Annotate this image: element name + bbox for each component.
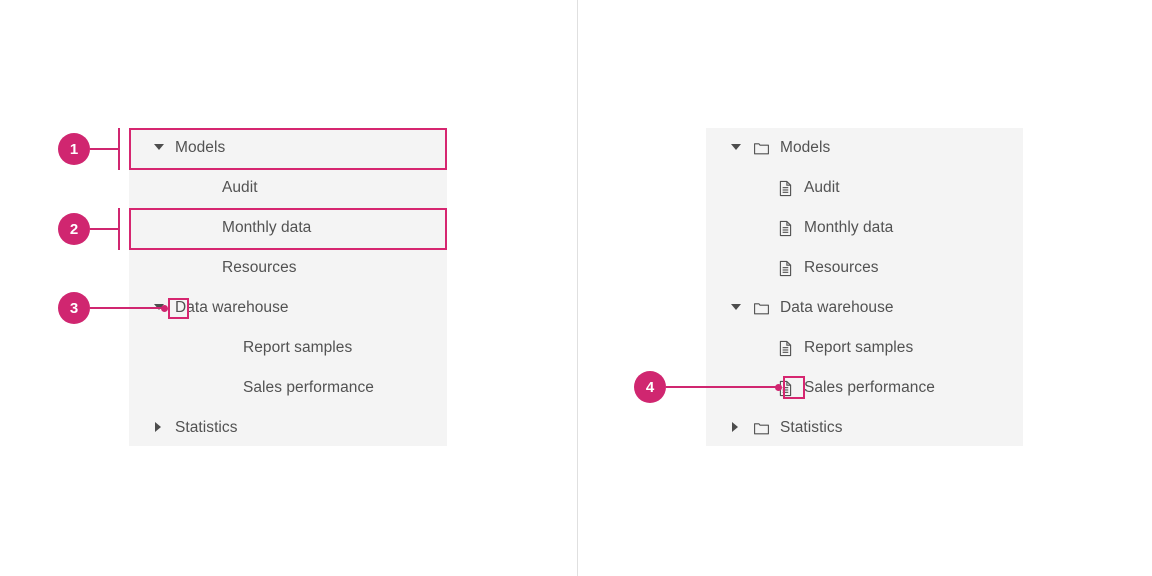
right-tree-row-label: Audit xyxy=(804,179,840,196)
left-tree-row-label: Data warehouse xyxy=(175,299,289,316)
tree-panel-right: Models Audit Monthly data Resources Data war… xyxy=(706,128,1023,446)
right-tree-row-label: Data warehouse xyxy=(780,299,894,316)
caret-placeholder xyxy=(752,180,768,196)
panel-divider xyxy=(577,0,578,576)
right-tree-row[interactable]: Models xyxy=(706,128,1023,168)
callout-line-2 xyxy=(90,228,119,230)
left-tree-row[interactable]: Statistics xyxy=(129,408,447,448)
left-tree-row[interactable]: Report samples xyxy=(129,328,447,368)
tree-panel-left: Models Audit Monthly data Resources Data war… xyxy=(129,128,447,446)
left-tree-row-label: Report samples xyxy=(243,339,353,356)
left-tree-row[interactable]: Resources xyxy=(129,248,447,288)
right-tree-row[interactable]: Resources xyxy=(706,248,1023,288)
left-tree-row-label: Resources xyxy=(222,259,297,276)
callout-line-4 xyxy=(666,386,778,388)
callout-badge-1: 1 xyxy=(58,133,90,165)
caret-placeholder xyxy=(752,340,768,356)
caret-placeholder xyxy=(198,220,214,236)
document-icon xyxy=(776,339,794,357)
caret-right-icon[interactable] xyxy=(151,420,167,436)
left-tree-row-label: Sales performance xyxy=(243,379,374,396)
right-tree-row[interactable]: Sales performance xyxy=(706,368,1023,408)
callout-badge-4: 4 xyxy=(634,371,666,403)
left-tree-row[interactable]: Models xyxy=(129,128,447,168)
callout-tick-1 xyxy=(118,128,120,170)
annotation-stage: Models Audit Monthly data Resources Data war… xyxy=(0,0,1152,576)
caret-placeholder xyxy=(752,220,768,236)
left-tree-row[interactable]: Data warehouse xyxy=(129,288,447,328)
right-tree-row-label: Report samples xyxy=(804,339,914,356)
document-icon xyxy=(776,179,794,197)
left-tree-row[interactable]: Sales performance xyxy=(129,368,447,408)
right-tree-row-label: Statistics xyxy=(780,419,843,436)
right-tree-row[interactable]: Report samples xyxy=(706,328,1023,368)
folder-icon xyxy=(752,299,770,317)
caret-placeholder xyxy=(219,380,235,396)
caret-placeholder xyxy=(198,180,214,196)
caret-down-icon[interactable] xyxy=(151,140,167,156)
caret-placeholder xyxy=(219,340,235,356)
right-tree-row[interactable]: Statistics xyxy=(706,408,1023,448)
right-tree-row[interactable]: Audit xyxy=(706,168,1023,208)
left-tree-row-label: Monthly data xyxy=(222,219,312,236)
left-tree-row[interactable]: Monthly data xyxy=(129,208,447,248)
right-tree-row[interactable]: Data warehouse xyxy=(706,288,1023,328)
caret-placeholder xyxy=(198,260,214,276)
caret-down-icon[interactable] xyxy=(728,140,744,156)
callout-badge-3: 3 xyxy=(58,292,90,324)
callout-badge-2: 2 xyxy=(58,213,90,245)
callout-line-1 xyxy=(90,148,119,150)
document-icon xyxy=(776,219,794,237)
left-tree-row-label: Audit xyxy=(222,179,258,196)
caret-placeholder xyxy=(752,380,768,396)
callout-dot-3 xyxy=(161,305,168,312)
caret-right-icon[interactable] xyxy=(728,420,744,436)
caret-down-icon[interactable] xyxy=(728,300,744,316)
document-icon xyxy=(776,259,794,277)
caret-placeholder xyxy=(752,260,768,276)
left-tree-row-label: Statistics xyxy=(175,419,238,436)
callout-tick-2 xyxy=(118,208,120,250)
left-tree-row-label: Models xyxy=(175,139,226,156)
right-tree-row-label: Sales performance xyxy=(804,379,935,396)
right-tree-row[interactable]: Monthly data xyxy=(706,208,1023,248)
callout-dot-4 xyxy=(775,384,782,391)
folder-icon xyxy=(752,139,770,157)
callout-line-3 xyxy=(90,307,164,309)
folder-icon xyxy=(752,419,770,437)
left-tree-row[interactable]: Audit xyxy=(129,168,447,208)
right-tree-row-label: Resources xyxy=(804,259,879,276)
right-tree-row-label: Monthly data xyxy=(804,219,894,236)
right-tree-row-label: Models xyxy=(780,139,831,156)
